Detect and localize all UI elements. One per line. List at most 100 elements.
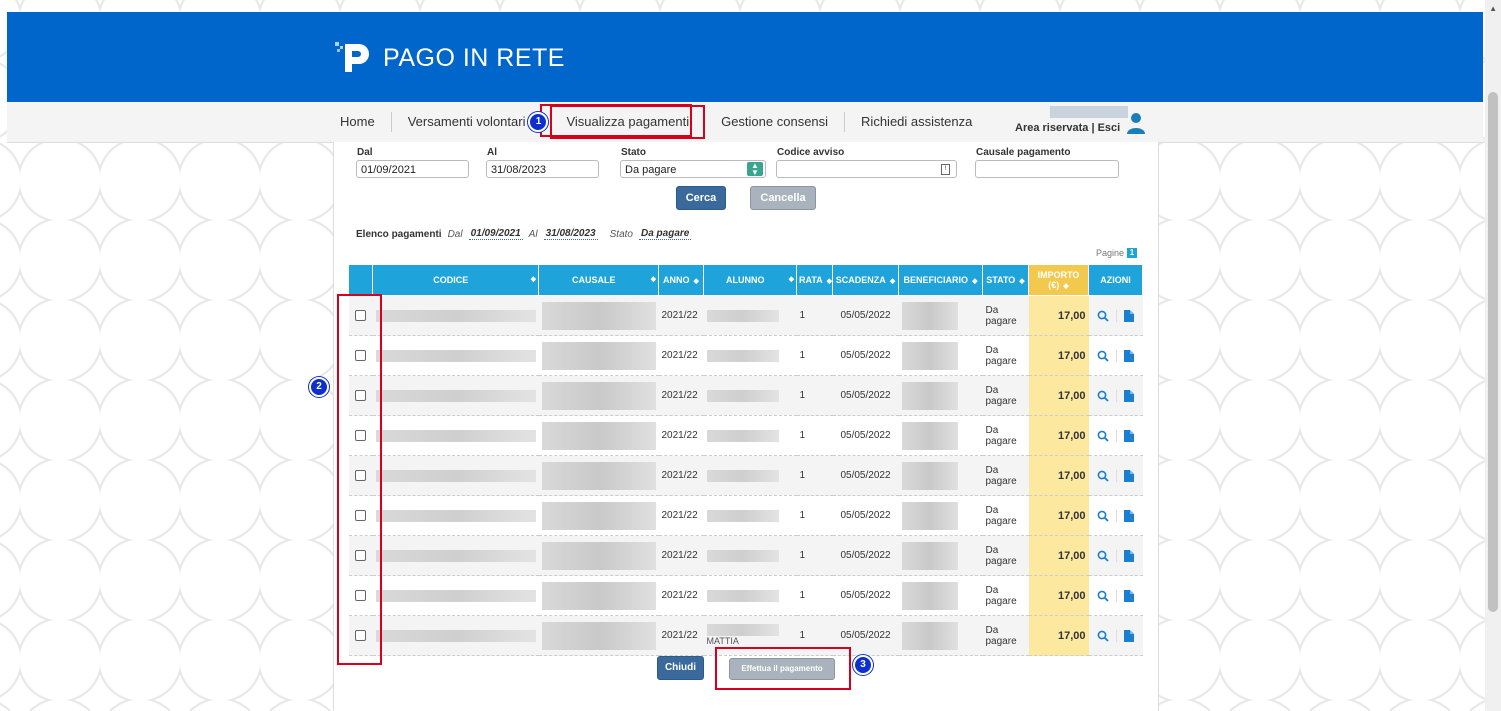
col-header-label: STATO bbox=[986, 275, 1016, 285]
user-links[interactable]: Area riservata | Esci bbox=[1015, 122, 1120, 134]
rata-cell: 1 bbox=[796, 535, 833, 576]
user-area: Area riservata | Esci bbox=[1015, 106, 1146, 134]
causale-cell bbox=[538, 575, 659, 616]
alunno-cell bbox=[703, 495, 797, 536]
causale-redacted bbox=[541, 581, 656, 610]
col-header-rata[interactable]: RATA ◆ bbox=[796, 264, 833, 296]
pagoinrete-logo-icon bbox=[335, 42, 369, 72]
codice-cell bbox=[372, 375, 539, 416]
summary-al-label: Al bbox=[528, 228, 538, 240]
col-header-anno[interactable]: ANNO ◆ bbox=[658, 264, 704, 296]
causale-redacted bbox=[541, 301, 656, 330]
search-icon[interactable] bbox=[1097, 510, 1109, 522]
beneficiario-cell bbox=[898, 575, 983, 616]
azioni-cell bbox=[1088, 455, 1143, 496]
azioni-cell bbox=[1088, 335, 1143, 376]
filter-al-input[interactable]: 31/08/2023 bbox=[486, 160, 599, 178]
filter-dal-input[interactable]: 01/09/2021 bbox=[356, 160, 469, 178]
search-icon[interactable] bbox=[1097, 630, 1109, 642]
nav-item-richiedi-assistenza[interactable]: Richiedi assistenza bbox=[845, 112, 988, 132]
document-icon[interactable] bbox=[1124, 549, 1134, 562]
table-row: 2021/22 1 05/05/2022 Da pagare 17,00 bbox=[348, 415, 1143, 456]
page-1-button[interactable]: 1 bbox=[1127, 248, 1138, 258]
scadenza-cell: 05/05/2022 bbox=[832, 495, 899, 536]
sort-arrows-icon: ◆ bbox=[1019, 278, 1025, 285]
search-icon[interactable] bbox=[1097, 590, 1109, 602]
nav-item-versamenti-volontari[interactable]: Versamenti volontari bbox=[392, 112, 543, 132]
app-title: PAGO IN RETE bbox=[383, 43, 565, 72]
filter-dal-label: Dal bbox=[357, 147, 373, 158]
stato-cell: Da pagare bbox=[982, 415, 1029, 456]
cancella-button[interactable]: Cancella bbox=[750, 186, 816, 210]
anno-cell: 2021/22 bbox=[658, 495, 704, 536]
table-row: 2021/22 1 05/05/2022 Da pagare 17,00 bbox=[348, 375, 1143, 416]
nav-item-home[interactable]: Home bbox=[333, 112, 392, 132]
document-icon[interactable] bbox=[1124, 629, 1134, 642]
user-name-redacted bbox=[1050, 106, 1128, 118]
app-logo[interactable]: PAGO IN RETE bbox=[333, 38, 565, 78]
alunno-value: MATTIA bbox=[706, 636, 739, 646]
beneficiario-redacted bbox=[901, 421, 958, 450]
stato-cell: Da pagare bbox=[982, 455, 1029, 496]
page-scrollbar[interactable]: ▲ bbox=[1485, 0, 1501, 711]
beneficiario-cell bbox=[898, 295, 983, 336]
col-header-codice[interactable]: CODICE ◆ bbox=[372, 264, 539, 296]
stato-cell: Da pagare bbox=[982, 335, 1029, 376]
causale-cell bbox=[538, 415, 659, 456]
alunno-redacted bbox=[706, 509, 779, 522]
beneficiario-redacted bbox=[901, 301, 958, 330]
scroll-up-icon[interactable]: ▲ bbox=[1489, 4, 1497, 13]
sort-arrows-icon: ◆ bbox=[530, 276, 536, 283]
rata-cell: 1 bbox=[796, 295, 833, 336]
causale-cell bbox=[538, 375, 659, 416]
sort-arrows-icon: ◆ bbox=[1063, 283, 1069, 290]
stato-cell: Da pagare bbox=[982, 495, 1029, 536]
filter-codice-input[interactable]: ! bbox=[776, 160, 957, 178]
document-icon[interactable] bbox=[1124, 469, 1134, 482]
codice-redacted bbox=[375, 469, 536, 482]
search-icon[interactable] bbox=[1097, 470, 1109, 482]
search-icon[interactable] bbox=[1097, 390, 1109, 402]
col-header-stato[interactable]: STATO ◆ bbox=[982, 264, 1029, 296]
nav-item-gestione-consensi[interactable]: Gestione consensi bbox=[705, 112, 846, 132]
codice-redacted bbox=[375, 589, 536, 602]
codice-cell bbox=[372, 295, 539, 336]
filter-stato-label: Stato bbox=[621, 147, 646, 158]
stato-cell: Da pagare bbox=[982, 615, 1029, 656]
rata-cell: 1 bbox=[796, 415, 833, 456]
search-icon[interactable] bbox=[1097, 310, 1109, 322]
action-divider bbox=[1116, 549, 1117, 562]
importo-cell: 17,00 bbox=[1028, 415, 1089, 456]
filter-causale-input[interactable] bbox=[975, 160, 1119, 178]
document-icon[interactable] bbox=[1124, 589, 1134, 602]
col-header-importo[interactable]: IMPORTO (€) ◆ bbox=[1028, 264, 1089, 296]
codice-redacted bbox=[375, 389, 536, 402]
col-header-scadenza[interactable]: SCADENZA ◆ bbox=[832, 264, 899, 296]
codice-cell bbox=[372, 415, 539, 456]
chiudi-button[interactable]: Chiudi bbox=[657, 656, 704, 680]
codice-redacted bbox=[375, 429, 536, 442]
scroll-thumb[interactable] bbox=[1488, 92, 1498, 612]
document-icon[interactable] bbox=[1124, 429, 1134, 442]
azioni-cell bbox=[1088, 415, 1143, 456]
document-icon[interactable] bbox=[1124, 349, 1134, 362]
azioni-cell bbox=[1088, 615, 1143, 656]
pagination-label: Pagine bbox=[1096, 248, 1125, 258]
document-icon[interactable] bbox=[1124, 309, 1134, 322]
col-header-label: BENEFICIARIO bbox=[903, 275, 969, 285]
filter-stato-select[interactable]: Da pagare ▲ ▼ bbox=[620, 160, 766, 178]
codice-redacted bbox=[375, 629, 536, 642]
col-header-alunno[interactable]: ALUNNO ◆ bbox=[703, 264, 797, 296]
col-header-causale[interactable]: CAUSALE ◆ bbox=[538, 264, 659, 296]
pagination: Pagine 1 bbox=[1096, 248, 1138, 258]
search-icon[interactable] bbox=[1097, 550, 1109, 562]
cerca-button[interactable]: Cerca bbox=[676, 186, 726, 210]
search-icon[interactable] bbox=[1097, 350, 1109, 362]
search-icon[interactable] bbox=[1097, 430, 1109, 442]
col-header-beneficiario[interactable]: BENEFICIARIO ◆ bbox=[898, 264, 983, 296]
document-icon[interactable] bbox=[1124, 509, 1134, 522]
document-icon[interactable] bbox=[1124, 389, 1134, 402]
user-icon[interactable] bbox=[1126, 112, 1146, 134]
beneficiario-cell bbox=[898, 415, 983, 456]
sort-arrows-icon: ◆ bbox=[693, 278, 699, 285]
